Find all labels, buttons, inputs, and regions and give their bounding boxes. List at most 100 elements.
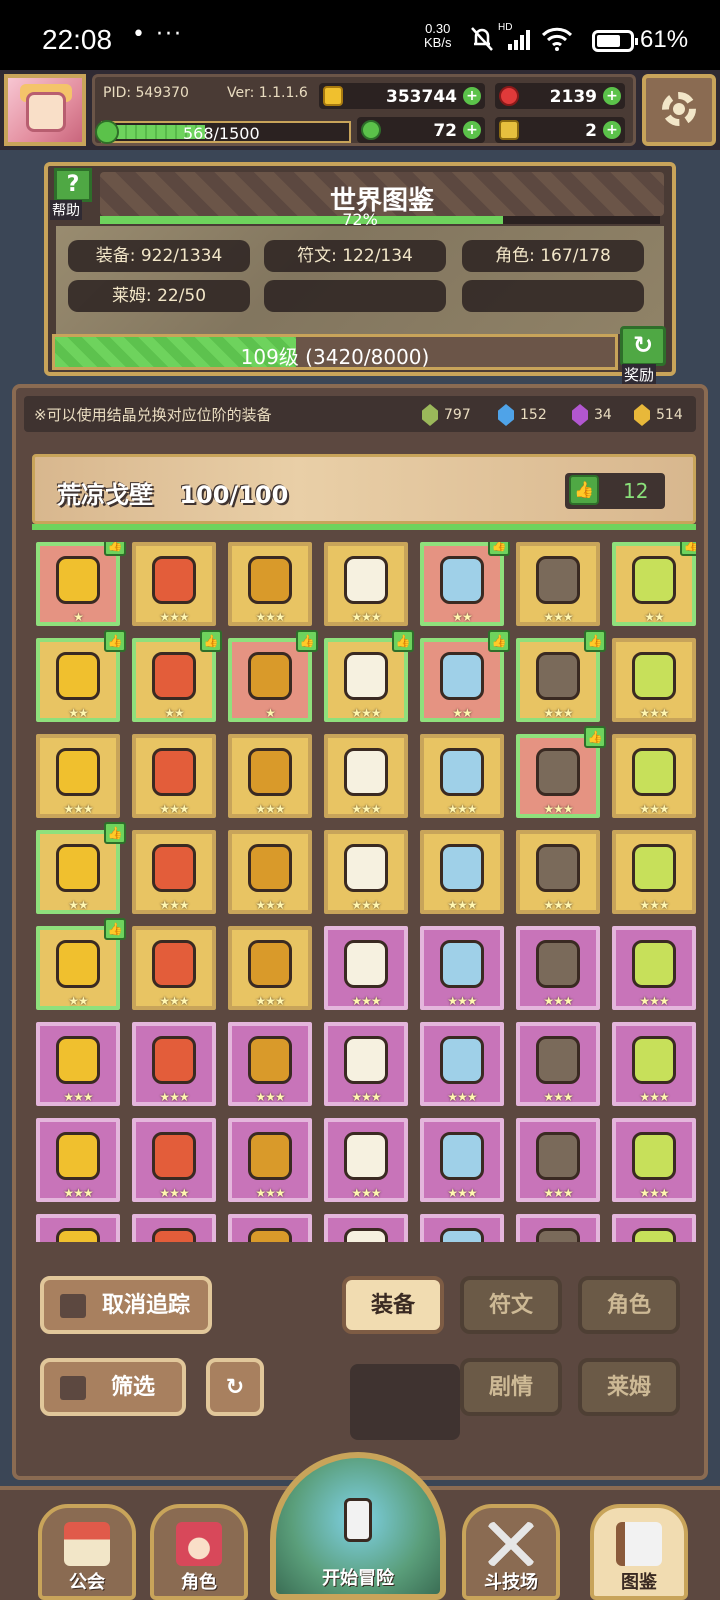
equipment-slot[interactable] xyxy=(132,1214,216,1242)
equipment-slot[interactable]: ★★★ xyxy=(228,1022,312,1106)
equipment-slot[interactable]: ★★★ xyxy=(36,734,120,818)
stat-slimes: 莱姆: 22/50 xyxy=(68,280,250,312)
add-gem-button[interactable]: + xyxy=(603,87,621,105)
equipment-slot[interactable]: ★★★ xyxy=(324,1022,408,1106)
equipment-slot[interactable]: ★★★ xyxy=(420,926,504,1010)
equipment-slot[interactable]: ★★★ xyxy=(612,926,696,1010)
equipment-slot[interactable]: ★★★ xyxy=(132,734,216,818)
add-gold-button[interactable]: + xyxy=(463,87,481,105)
filter-button[interactable]: 筛选 xyxy=(40,1358,186,1416)
equipment-slot[interactable]: ★★★ xyxy=(612,638,696,722)
equipment-slot[interactable]: ★★★ 👍 xyxy=(516,726,606,818)
star-rating: ★★★ xyxy=(351,994,381,1008)
equipment-slot[interactable]: ★★★ xyxy=(324,1118,408,1202)
equipment-slot[interactable]: ★★★ xyxy=(324,734,408,818)
gem-counter: 2139 + xyxy=(495,83,625,109)
equipment-slot[interactable] xyxy=(612,1214,696,1242)
nav-compendium[interactable]: 图鉴 xyxy=(590,1504,688,1600)
equipment-slot[interactable]: ★★★ xyxy=(324,830,408,914)
tracked-thumbs-up-icon: 👍 xyxy=(488,542,510,556)
mute-icon xyxy=(471,27,493,51)
equipment-slot[interactable] xyxy=(36,1214,120,1242)
character-portrait-icon xyxy=(176,1522,222,1566)
equipment-slot[interactable]: ★★ 👍 xyxy=(36,822,126,914)
equipment-icon xyxy=(536,1132,580,1180)
player-avatar[interactable] xyxy=(4,74,86,146)
untrack-button[interactable]: 取消追踪 xyxy=(40,1276,212,1334)
equipment-slot[interactable]: ★★★ xyxy=(420,830,504,914)
equipment-slot[interactable] xyxy=(420,1214,504,1242)
equipment-slot[interactable]: ★★★ xyxy=(228,926,312,1010)
equipment-slot[interactable]: ★★★ xyxy=(516,1022,600,1106)
equipment-slot[interactable]: ★★★ xyxy=(228,734,312,818)
settings-button[interactable] xyxy=(642,74,716,146)
equipment-slot[interactable]: ★★★ xyxy=(228,1118,312,1202)
equipment-slot[interactable]: ★★ 👍 xyxy=(420,630,510,722)
equipment-slot[interactable] xyxy=(516,1214,600,1242)
equipment-slot[interactable]: ★★ 👍 xyxy=(132,630,222,722)
equipment-icon xyxy=(56,1036,100,1084)
tab-story[interactable]: 剧情 xyxy=(460,1358,562,1416)
equipment-slot[interactable]: ★★★ 👍 xyxy=(324,630,414,722)
region-banner[interactable]: 荒凉戈壁 100/100 👍 12 xyxy=(32,454,696,524)
crossed-swords-icon xyxy=(488,1522,534,1566)
equipment-icon xyxy=(536,844,580,892)
thumbs-up-icon: 👍 xyxy=(569,475,599,505)
region-like-counter[interactable]: 👍 12 xyxy=(565,473,665,509)
equipment-slot[interactable]: ★★★ xyxy=(420,1022,504,1106)
equipment-slot[interactable]: ★★ 👍 xyxy=(612,542,696,626)
equipment-slot[interactable]: ★★★ xyxy=(324,542,408,626)
equipment-slot[interactable]: ★ 👍 xyxy=(36,542,126,626)
equipment-slot[interactable]: ★★★ xyxy=(324,926,408,1010)
equipment-slot[interactable]: ★★★ xyxy=(612,734,696,818)
equipment-slot[interactable]: ★★★ xyxy=(420,734,504,818)
add-key-button[interactable]: + xyxy=(603,121,621,139)
wifi-icon xyxy=(541,27,573,51)
equipment-slot[interactable]: ★★★ xyxy=(36,1118,120,1202)
equipment-slot[interactable]: ★★★ xyxy=(516,830,600,914)
reward-button[interactable]: 奖励 xyxy=(616,326,672,385)
equipment-slot[interactable] xyxy=(324,1214,408,1242)
equipment-slot[interactable]: ★★★ xyxy=(516,926,600,1010)
crystal-gold-count: 514 xyxy=(656,407,683,423)
clover-counter: 72 + xyxy=(357,117,485,143)
tab-equipment[interactable]: 装备 xyxy=(342,1276,444,1334)
equipment-slot[interactable]: ★★★ xyxy=(420,1118,504,1202)
equipment-icon xyxy=(536,652,580,700)
nav-guild[interactable]: 公会 xyxy=(38,1504,136,1600)
nav-character[interactable]: 角色 xyxy=(150,1504,248,1600)
reset-button[interactable]: ↻ xyxy=(206,1358,264,1416)
equipment-slot[interactable]: ★★★ xyxy=(516,1118,600,1202)
equipment-slot[interactable]: ★★★ xyxy=(612,1118,696,1202)
equipment-icon xyxy=(344,1036,388,1084)
equipment-slot[interactable]: ★★★ xyxy=(516,542,600,626)
equipment-slot[interactable]: ★★★ xyxy=(132,1022,216,1106)
equipment-icon xyxy=(632,556,676,604)
equipment-slot[interactable] xyxy=(228,1214,312,1242)
tab-slimes[interactable]: 莱姆 xyxy=(578,1358,680,1416)
equipment-slot[interactable]: ★★★ xyxy=(132,542,216,626)
equipment-slot[interactable]: ★★ 👍 xyxy=(36,918,126,1010)
equipment-slot[interactable]: ★★★ xyxy=(132,926,216,1010)
equipment-slot[interactable]: ★★★ xyxy=(132,1118,216,1202)
equipment-slot[interactable]: ★★★ xyxy=(228,542,312,626)
equipment-slot[interactable]: ★★★ xyxy=(132,830,216,914)
equipment-slot[interactable]: ★★ 👍 xyxy=(420,542,510,626)
clover-icon xyxy=(361,120,381,140)
star-rating: ★★ xyxy=(68,706,89,720)
equipment-slot[interactable]: ★★★ xyxy=(228,830,312,914)
equipment-slot[interactable]: ★ 👍 xyxy=(228,630,318,722)
tab-runes[interactable]: 符文 xyxy=(460,1276,562,1334)
equipment-slot[interactable]: ★★★ 👍 xyxy=(516,630,606,722)
star-rating: ★★★ xyxy=(255,1090,285,1104)
tracked-thumbs-up-icon: 👍 xyxy=(584,726,606,748)
star-rating: ★★★ xyxy=(63,1186,93,1200)
equipment-slot[interactable]: ★★ 👍 xyxy=(36,630,126,722)
equipment-slot[interactable]: ★★★ xyxy=(612,1022,696,1106)
nav-arena[interactable]: 斗技场 xyxy=(462,1504,560,1600)
equipment-slot[interactable]: ★★★ xyxy=(36,1022,120,1106)
add-clover-button[interactable]: + xyxy=(463,121,481,139)
stat-equipment: 装备: 922/1334 xyxy=(68,240,250,272)
equipment-slot[interactable]: ★★★ xyxy=(612,830,696,914)
tab-characters[interactable]: 角色 xyxy=(578,1276,680,1334)
